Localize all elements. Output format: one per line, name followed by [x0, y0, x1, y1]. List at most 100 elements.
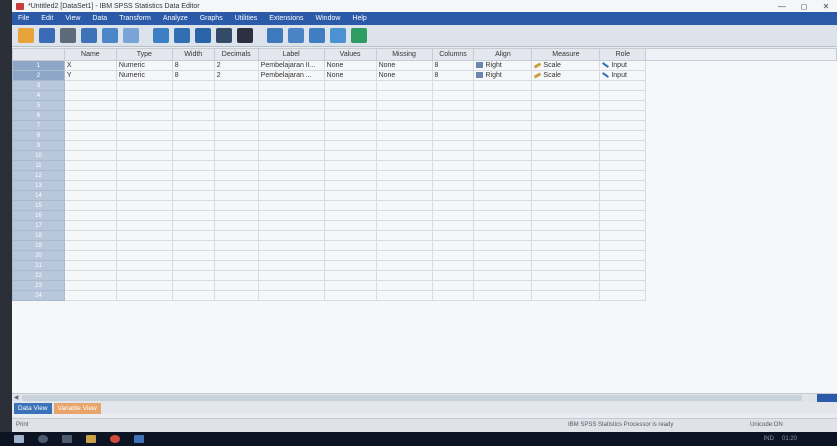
cell-label[interactable]	[257, 180, 325, 191]
table-row[interactable]: 16	[12, 210, 837, 221]
cell-missing[interactable]	[375, 230, 433, 241]
column-header-values[interactable]: Values	[323, 48, 377, 61]
menu-utilities[interactable]: Utilities	[229, 15, 264, 22]
cell-values[interactable]	[323, 190, 377, 201]
cell-decimals[interactable]	[213, 230, 259, 241]
cell-decimals[interactable]	[213, 200, 259, 211]
cell-name[interactable]	[63, 150, 117, 161]
cell-role[interactable]	[599, 150, 647, 161]
print-icon[interactable]	[60, 28, 76, 43]
cell-type[interactable]	[115, 100, 173, 111]
table-row[interactable]: 5	[12, 100, 837, 111]
row-number[interactable]: 9	[12, 140, 65, 151]
cell-role[interactable]	[599, 140, 647, 151]
cell-missing[interactable]	[375, 100, 433, 111]
cell-role[interactable]	[599, 160, 647, 171]
cell-measure[interactable]	[531, 230, 601, 241]
cell-decimals[interactable]	[213, 80, 259, 91]
cell-decimals[interactable]	[213, 170, 259, 181]
row-number[interactable]: 21	[12, 260, 65, 271]
row-number[interactable]: 5	[12, 100, 65, 111]
cell-type[interactable]	[115, 190, 173, 201]
cell-type[interactable]	[115, 210, 173, 221]
cell-measure[interactable]	[531, 80, 601, 91]
cell-width[interactable]	[171, 270, 215, 281]
column-header-name[interactable]: Name	[63, 48, 117, 61]
cell-type[interactable]	[115, 140, 173, 151]
cell-missing[interactable]	[375, 240, 433, 251]
cell-columns[interactable]	[431, 250, 475, 261]
cell-label[interactable]: Pembelajaran II...	[257, 60, 325, 71]
column-header-measure[interactable]: Measure	[531, 48, 601, 61]
cell-decimals[interactable]	[213, 270, 259, 281]
cell-type[interactable]	[115, 110, 173, 121]
cell-columns[interactable]	[431, 100, 475, 111]
cell-columns[interactable]	[431, 200, 475, 211]
cell-role[interactable]	[599, 190, 647, 201]
table-row[interactable]: 11	[12, 160, 837, 171]
cell-width[interactable]	[171, 290, 215, 301]
cell-type[interactable]: Numeric	[115, 60, 173, 71]
cell-align[interactable]	[473, 170, 533, 181]
cell-align[interactable]	[473, 290, 533, 301]
row-number[interactable]: 11	[12, 160, 65, 171]
cell-align[interactable]	[473, 90, 533, 101]
cell-label[interactable]: Pembelajaran ...	[257, 70, 325, 81]
insert-variable-icon[interactable]	[288, 28, 304, 43]
cell-decimals[interactable]	[213, 140, 259, 151]
table-row[interactable]: 8	[12, 130, 837, 141]
cell-type[interactable]	[115, 260, 173, 271]
cell-label[interactable]	[257, 140, 325, 151]
cell-decimals[interactable]	[213, 180, 259, 191]
cell-role[interactable]	[599, 260, 647, 271]
cell-width[interactable]	[171, 140, 215, 151]
column-header-decimals[interactable]: Decimals	[213, 48, 259, 61]
row-number[interactable]: 24	[12, 290, 65, 301]
minimize-button[interactable]: —	[771, 2, 793, 11]
start-icon[interactable]	[14, 435, 24, 443]
row-number[interactable]: 22	[12, 270, 65, 281]
find-icon[interactable]	[237, 28, 253, 43]
cell-decimals[interactable]	[213, 100, 259, 111]
cell-missing[interactable]	[375, 150, 433, 161]
cell-decimals[interactable]: 2	[213, 70, 259, 81]
value-labels-icon[interactable]	[330, 28, 346, 43]
cell-name[interactable]	[63, 130, 117, 141]
cell-decimals[interactable]	[213, 210, 259, 221]
cell-name[interactable]	[63, 170, 117, 181]
cell-decimals[interactable]	[213, 220, 259, 231]
cell-align[interactable]	[473, 260, 533, 271]
cell-type[interactable]	[115, 170, 173, 181]
row-number[interactable]: 15	[12, 200, 65, 211]
cell-measure[interactable]	[531, 180, 601, 191]
cell-columns[interactable]	[431, 150, 475, 161]
cell-missing[interactable]	[375, 270, 433, 281]
cell-role[interactable]	[599, 200, 647, 211]
cell-missing[interactable]	[375, 280, 433, 291]
row-number[interactable]: 2	[12, 70, 65, 81]
cell-role[interactable]	[599, 290, 647, 301]
cell-width[interactable]	[171, 80, 215, 91]
cell-name[interactable]	[63, 90, 117, 101]
cell-values[interactable]	[323, 170, 377, 181]
cell-values[interactable]	[323, 160, 377, 171]
row-number[interactable]: 8	[12, 130, 65, 141]
cell-measure[interactable]	[531, 260, 601, 271]
cell-values[interactable]	[323, 130, 377, 141]
cell-width[interactable]	[171, 260, 215, 271]
cell-name[interactable]	[63, 280, 117, 291]
cell-values[interactable]	[323, 210, 377, 221]
cell-label[interactable]	[257, 150, 325, 161]
cell-width[interactable]	[171, 110, 215, 121]
cell-values[interactable]	[323, 180, 377, 191]
cell-role[interactable]	[599, 100, 647, 111]
cell-name[interactable]	[63, 290, 117, 301]
cell-name[interactable]	[63, 100, 117, 111]
cell-type[interactable]	[115, 230, 173, 241]
cell-missing[interactable]	[375, 90, 433, 101]
cell-align[interactable]	[473, 80, 533, 91]
cell-type[interactable]	[115, 150, 173, 161]
cell-label[interactable]	[257, 230, 325, 241]
column-header-label[interactable]: Label	[257, 48, 325, 61]
table-row[interactable]: 9	[12, 140, 837, 151]
